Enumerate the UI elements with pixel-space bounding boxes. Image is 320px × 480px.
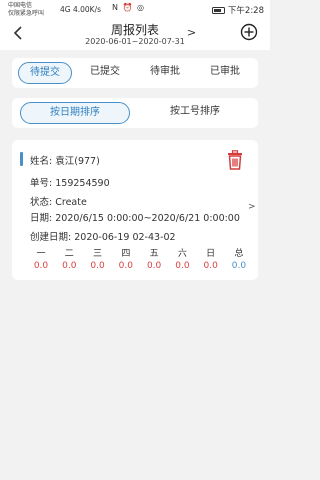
date-label: 日期:	[30, 213, 53, 224]
add-icon[interactable]	[240, 23, 258, 41]
trash-icon[interactable]	[226, 150, 244, 170]
created-label: 创建日期:	[30, 232, 72, 243]
tab-approved[interactable]: 已审批	[198, 62, 252, 84]
day-value: 0.0	[146, 261, 162, 271]
tab-pending-approval[interactable]: 待审批	[138, 62, 192, 84]
number-row: 单号: 159254590	[30, 175, 110, 189]
day-label: 一	[36, 249, 46, 259]
day-column: 三 0.0	[87, 248, 109, 272]
carrier-emergency: 仅限紧急呼叫	[8, 10, 45, 17]
card-accent-bar	[20, 152, 23, 166]
tab-pending-submit[interactable]: 待提交	[18, 62, 72, 84]
day-label: 二	[64, 249, 74, 259]
day-label: 六	[177, 249, 187, 259]
day-value: 0.0	[118, 261, 133, 271]
day-column-total: 总 0.0	[228, 248, 250, 272]
day-column: 六 0.0	[171, 248, 193, 272]
next-period-button[interactable]: >	[187, 26, 196, 39]
date-row: 日期: 2020/6/15 0:00:00~2020/6/21 0:00:00	[30, 210, 240, 224]
date-value: 2020/6/15 0:00:00~2020/6/21 0:00:00	[55, 213, 240, 224]
speed-text: 4.00K/s	[72, 5, 102, 14]
day-label: 五	[149, 249, 159, 259]
status-value: Create	[55, 197, 87, 208]
status-bar: 中国电信 仅限紧急呼叫 4G 4.00K/s N ⏰ ◎ 下午2:28	[0, 0, 270, 20]
number-value: 159254590	[55, 178, 110, 189]
carrier-name: 中国电信	[8, 2, 33, 9]
header: 周报列表 2020-06-01~2020-07-31 >	[0, 20, 270, 50]
battery-icon	[211, 6, 225, 14]
day-value: 0.0	[33, 261, 49, 271]
day-value: 0.0	[90, 261, 105, 271]
total-label: 总	[234, 249, 244, 259]
total-value: 0.0	[231, 261, 247, 271]
report-card[interactable]: 姓名: 袁江(977) 单号: 159254590 状态: Create 日期:…	[12, 140, 258, 280]
status-label: 状态:	[30, 197, 53, 208]
number-label: 单号:	[30, 178, 53, 189]
sort-by-date-button[interactable]: 按日期排序	[20, 102, 131, 124]
day-label: 三	[93, 249, 103, 259]
status-icons: N ⏰ ◎	[112, 3, 146, 12]
day-column: 二 0.0	[58, 248, 80, 272]
date-range: 2020-06-01~2020-07-31	[85, 37, 185, 46]
sort-bar: 按日期排序 按工号排序	[12, 98, 258, 128]
chevron-right-icon[interactable]: >	[248, 202, 256, 212]
day-value: 0.0	[62, 261, 77, 271]
status-tabs: 待提交 已提交 待审批 已审批	[12, 58, 258, 88]
created-row: 创建日期: 2020-06-19 02-43-02	[30, 229, 176, 243]
network-type: 4G	[60, 5, 71, 14]
name-row: 姓名: 袁江(977)	[30, 153, 100, 167]
day-label: 日	[206, 249, 216, 259]
sort-by-id-button[interactable]: 按工号排序	[140, 102, 250, 124]
clock-time: 下午2:28	[227, 6, 264, 16]
created-value: 2020-06-19 02-43-02	[74, 232, 176, 243]
name-label: 姓名:	[30, 156, 53, 167]
carrier-info: 中国电信 仅限紧急呼叫	[8, 2, 44, 18]
battery-time: 下午2:28	[211, 4, 264, 16]
name-value: 袁江(977)	[55, 156, 100, 167]
day-value: 0.0	[175, 261, 190, 271]
network-speed: 4G 4.00K/s	[60, 5, 101, 14]
day-column: 一 0.0	[30, 248, 52, 272]
day-column: 五 0.0	[143, 248, 165, 272]
day-column: 四 0.0	[115, 248, 137, 272]
weekday-hours: 一 0.0 二 0.0 三 0.0 四 0.0 五 0.0 六 0.0 日 0.…	[30, 248, 250, 272]
day-value: 0.0	[203, 261, 218, 271]
page-title: 周报列表	[110, 23, 159, 37]
tab-submitted[interactable]: 已提交	[78, 62, 132, 84]
day-column: 日 0.0	[200, 248, 222, 272]
status-row: 状态: Create	[30, 194, 87, 208]
day-label: 四	[121, 249, 131, 259]
